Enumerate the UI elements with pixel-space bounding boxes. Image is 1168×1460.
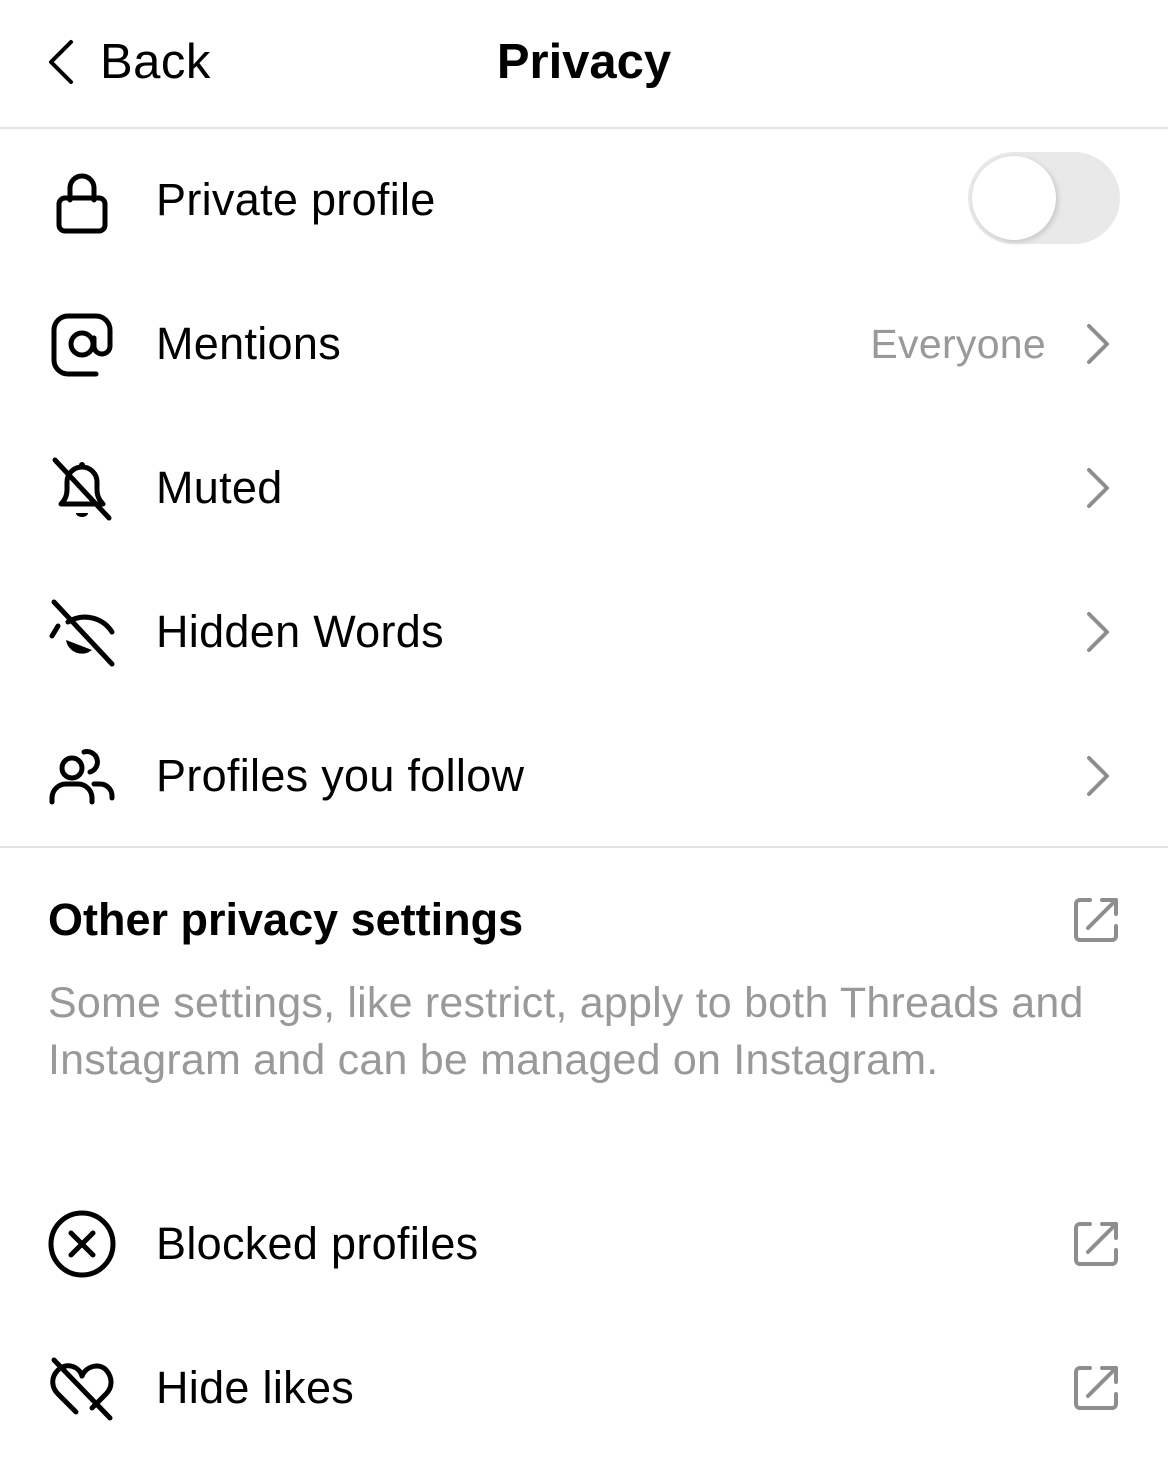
- nav-header: Back Privacy: [0, 0, 1168, 129]
- setting-row-blocked-profiles[interactable]: Blocked profiles: [0, 1172, 1168, 1316]
- setting-label: Blocked profiles: [156, 1218, 479, 1269]
- chevron-right-icon: [1087, 756, 1109, 796]
- setting-label: Muted: [156, 462, 283, 513]
- toggle-knob: [972, 156, 1056, 240]
- eye-off-icon: [46, 596, 118, 668]
- chevron-right-icon: [1087, 612, 1109, 652]
- at-sign-icon: [46, 308, 118, 380]
- setting-label: Hide likes: [156, 1362, 355, 1413]
- bell-off-icon: [46, 452, 118, 524]
- external-link-icon[interactable]: [1072, 896, 1120, 944]
- setting-row-profiles-you-follow[interactable]: Profiles you follow: [0, 704, 1168, 848]
- setting-row-private-profile: Private profile: [0, 128, 1168, 272]
- setting-row-muted[interactable]: Muted: [0, 416, 1168, 560]
- page-title: Privacy: [496, 35, 672, 89]
- external-link-icon: [1074, 1222, 1118, 1266]
- setting-label: Profiles you follow: [156, 750, 525, 801]
- section-divider: [0, 846, 1168, 848]
- chevron-right-icon: [1087, 324, 1109, 364]
- heart-off-icon: [46, 1352, 118, 1424]
- private-profile-toggle[interactable]: [968, 152, 1120, 244]
- section-title: Other privacy settings: [48, 894, 524, 945]
- blocked-circle-x-icon: [46, 1208, 118, 1280]
- setting-label: Mentions: [156, 318, 341, 369]
- setting-label: Private profile: [156, 174, 436, 225]
- people-icon: [46, 740, 118, 812]
- mentions-value: Everyone: [870, 320, 1046, 367]
- chevron-right-icon: [1087, 468, 1109, 508]
- setting-label: Hidden Words: [156, 606, 444, 657]
- setting-row-mentions[interactable]: Mentions Everyone: [0, 272, 1168, 416]
- external-link-icon: [1074, 1366, 1118, 1410]
- section-description: Some settings, like restrict, apply to b…: [48, 979, 1084, 1084]
- setting-row-hide-likes[interactable]: Hide likes: [0, 1316, 1168, 1460]
- setting-row-hidden-words[interactable]: Hidden Words: [0, 560, 1168, 704]
- lock-icon: [46, 164, 118, 236]
